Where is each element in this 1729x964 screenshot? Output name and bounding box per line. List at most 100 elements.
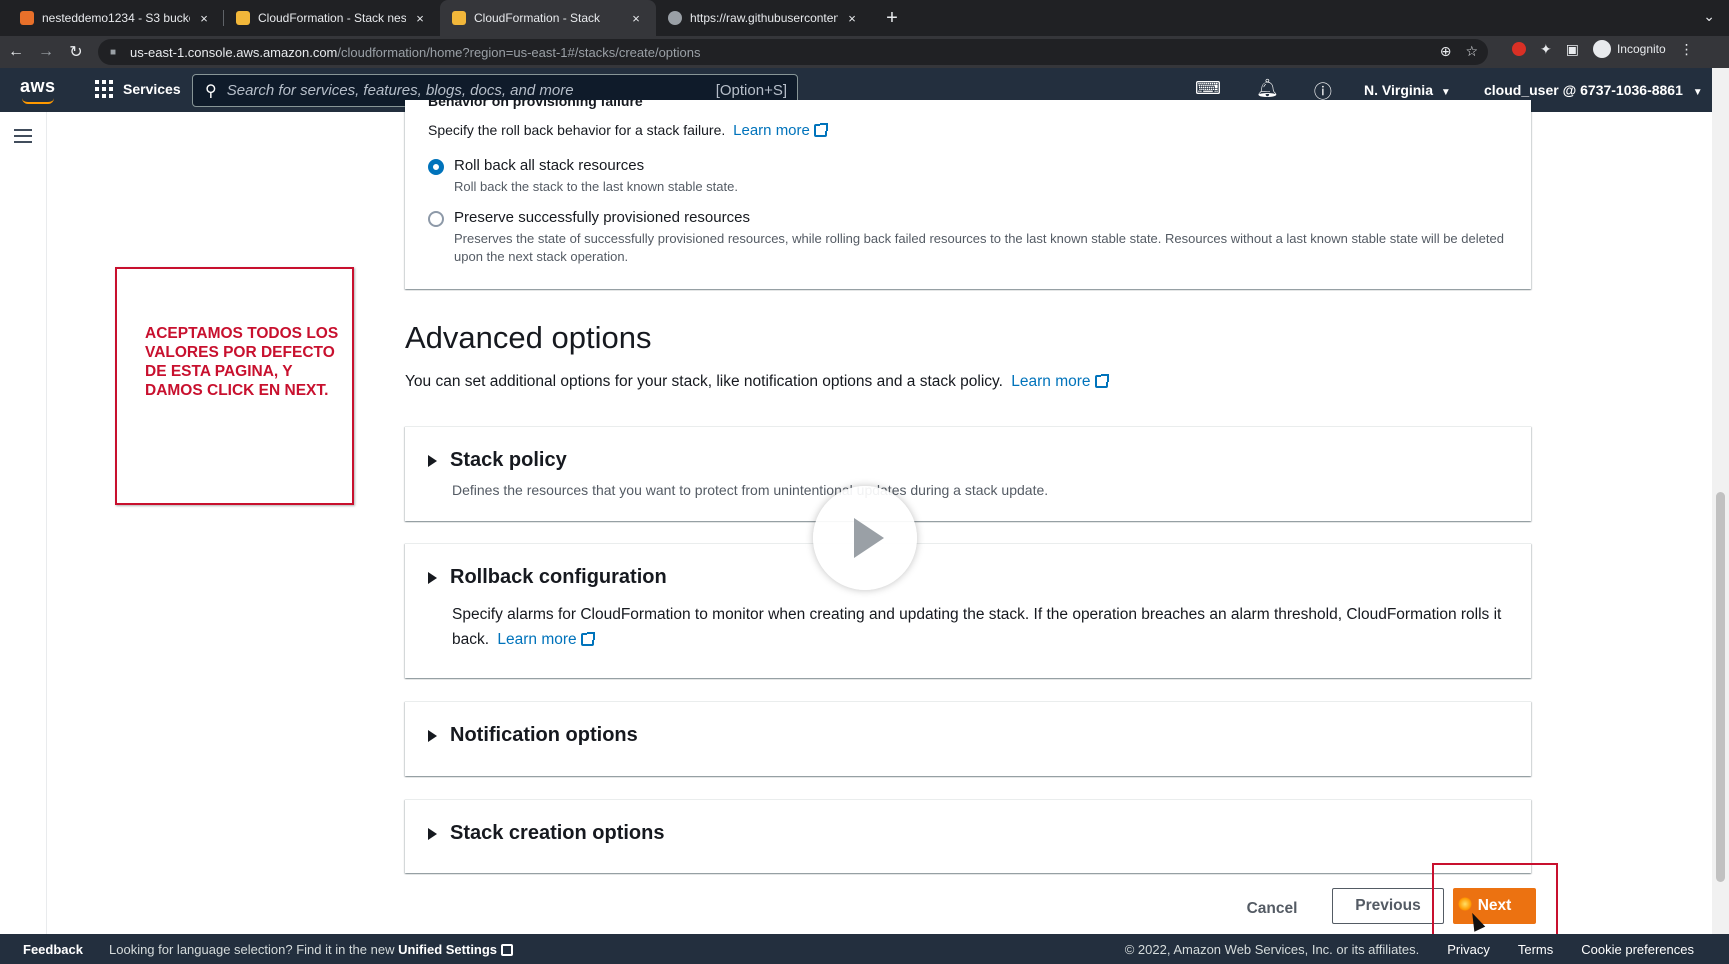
search-shortcut: [Option+S] [715, 82, 787, 99]
browser-tab-github-raw[interactable]: https://raw.githubusercontent.c × [656, 0, 872, 36]
tab-search-chevron-icon[interactable]: ⌄ [1703, 8, 1715, 25]
aws-logo-text: aws [20, 76, 56, 96]
services-label: Services [123, 81, 181, 97]
browser-extensions: ✦ ▣ Incognito ⋮ [1512, 40, 1694, 58]
close-tab-icon[interactable]: × [844, 11, 860, 26]
failure-behavior-heading: Behavior on provisioning failure [428, 100, 643, 109]
cookie-preferences-link[interactable]: Cookie preferences [1581, 942, 1694, 957]
failure-behavior-text: Specify the roll back behavior for a sta… [428, 122, 726, 138]
puzzle-extensions-icon[interactable]: ✦ [1540, 41, 1552, 58]
services-menu-button[interactable]: Services [95, 80, 181, 98]
radio-label: Roll back all stack resources [454, 157, 645, 174]
radio-rollback-all[interactable]: Roll back all stack resources Roll back … [428, 157, 738, 196]
advanced-options-title: Advanced options [405, 320, 652, 355]
cancel-button[interactable]: Cancel [1227, 892, 1317, 926]
section-description: Defines the resources that you want to p… [452, 482, 1049, 498]
browser-menu-icon[interactable]: ⋮ [1680, 41, 1694, 58]
zoom-icon[interactable]: ⊕ [1440, 43, 1452, 60]
side-navigation-rail [0, 112, 47, 934]
globe-favicon-icon [668, 11, 682, 25]
back-arrow-icon[interactable]: ← [2, 43, 30, 61]
next-highlight-box [1432, 863, 1558, 943]
reload-icon[interactable]: ↻ [62, 42, 90, 62]
learn-more-link[interactable]: Learn more [733, 122, 810, 139]
aws-logo[interactable]: aws [20, 76, 56, 104]
close-tab-icon[interactable]: × [628, 11, 644, 26]
section-title: Rollback configuration [450, 566, 667, 588]
section-title: Stack creation options [450, 822, 665, 844]
radio-preserve-resources[interactable]: Preserve successfully provisioned resour… [428, 209, 1508, 266]
url-path: /cloudformation/home?region=us-east-1#/s… [337, 44, 701, 60]
stack-creation-options-toggle[interactable]: Stack creation options [428, 822, 665, 845]
advanced-options-text: You can set additional options for your … [405, 373, 1003, 390]
notification-options-toggle[interactable]: Notification options [428, 724, 638, 747]
stack-policy-toggle[interactable]: Stack policy [428, 449, 567, 472]
chevron-down-icon: ▼ [1692, 87, 1703, 98]
scrollbar-thumb[interactable] [1716, 492, 1725, 882]
new-tab-button[interactable]: + [878, 0, 906, 36]
browser-toolbar: ← → ↻ ■ us-east-1.console.aws.amazon.com… [0, 36, 1729, 68]
section-title: Notification options [450, 724, 638, 746]
external-link-icon [1094, 374, 1109, 388]
privacy-link[interactable]: Privacy [1447, 942, 1490, 957]
grid-icon [95, 80, 113, 98]
lock-icon: ■ [110, 46, 117, 58]
incognito-avatar-icon [1592, 40, 1611, 58]
radio-description: Roll back the stack to the last known st… [454, 179, 738, 194]
hamburger-menu-icon[interactable] [14, 129, 32, 147]
incognito-label: Incognito [1616, 42, 1666, 56]
annotation-box: ACEPTAMOS TODOS LOS VALORES POR DEFECTO … [115, 267, 354, 505]
browser-tab-cloudformation-stack[interactable]: CloudFormation - Stack × [440, 0, 656, 36]
rollback-configuration-section: Rollback configuration Specify alarms fo… [405, 543, 1531, 678]
region-label: N. Virginia [1364, 82, 1433, 98]
side-panel-icon[interactable]: ▣ [1566, 41, 1579, 58]
external-link-icon [501, 944, 514, 956]
page-scrollbar[interactable] [1712, 68, 1729, 934]
browser-tab-cloudformation-nested[interactable]: CloudFormation - Stack nestec × [224, 0, 440, 36]
radio-description: Preserves the state of successfully prov… [454, 231, 1504, 264]
forward-arrow-icon[interactable]: → [32, 43, 60, 61]
unified-settings-link[interactable]: Unified Settings [398, 942, 497, 957]
address-bar[interactable]: ■ us-east-1.console.aws.amazon.com/cloud… [98, 39, 1488, 65]
external-link-icon [813, 123, 828, 137]
section-title: Stack policy [450, 449, 567, 471]
terms-link[interactable]: Terms [1518, 942, 1553, 957]
radio-label: Preserve successfully provisioned resour… [454, 209, 750, 226]
tab-title: nesteddemo1234 - S3 bucket [42, 11, 190, 25]
incognito-indicator[interactable]: Incognito [1592, 40, 1666, 58]
rollback-configuration-toggle[interactable]: Rollback configuration [428, 566, 667, 589]
radio-unselected-icon[interactable] [428, 211, 444, 227]
footer-links: © 2022, Amazon Web Services, Inc. or its… [1125, 942, 1694, 957]
bookmark-star-icon[interactable]: ☆ [1465, 43, 1478, 60]
close-tab-icon[interactable]: × [412, 11, 428, 26]
screen: nesteddemo1234 - S3 bucket × CloudFormat… [0, 0, 1729, 964]
account-menu[interactable]: cloud_user @ 6737-1036-8861 ▼ [1484, 82, 1703, 98]
caret-right-icon [428, 827, 437, 840]
extension-record-icon[interactable] [1512, 42, 1526, 56]
account-label: cloud_user @ 6737-1036-8861 [1484, 82, 1683, 98]
search-placeholder: Search for services, features, blogs, do… [226, 82, 574, 99]
video-play-icon[interactable] [813, 486, 917, 590]
close-tab-icon[interactable]: × [196, 11, 212, 26]
browser-tab-strip: nesteddemo1234 - S3 bucket × CloudFormat… [0, 0, 1729, 36]
annotation-text: ACEPTAMOS TODOS LOS VALORES POR DEFECTO … [145, 325, 339, 399]
aws-smile-icon [22, 98, 54, 104]
browser-tab-s3-bucket[interactable]: nesteddemo1234 - S3 bucket × [8, 0, 224, 36]
tab-title: https://raw.githubusercontent.c [690, 11, 838, 25]
console-footer: Feedback Looking for language selection?… [0, 934, 1729, 964]
learn-more-link[interactable]: Learn more [497, 631, 576, 648]
notification-options-section: Notification options [405, 701, 1531, 776]
previous-button[interactable]: Previous [1332, 888, 1444, 924]
failure-behavior-card: Behavior on provisioning failure Specify… [405, 100, 1531, 289]
radio-selected-icon[interactable] [428, 159, 444, 175]
caret-right-icon [428, 729, 437, 742]
advanced-options-description: You can set additional options for your … [405, 373, 1109, 391]
feedback-link[interactable]: Feedback [23, 942, 83, 957]
learn-more-link[interactable]: Learn more [1011, 373, 1090, 390]
section-description: Specify alarms for CloudFormation to mon… [452, 602, 1512, 652]
caret-right-icon [428, 454, 437, 467]
tab-title: CloudFormation - Stack [474, 11, 601, 25]
language-notice: Looking for language selection? Find it … [109, 942, 514, 957]
region-selector[interactable]: N. Virginia ▼ [1364, 82, 1451, 98]
language-prompt-text: Looking for language selection? Find it … [109, 942, 395, 957]
